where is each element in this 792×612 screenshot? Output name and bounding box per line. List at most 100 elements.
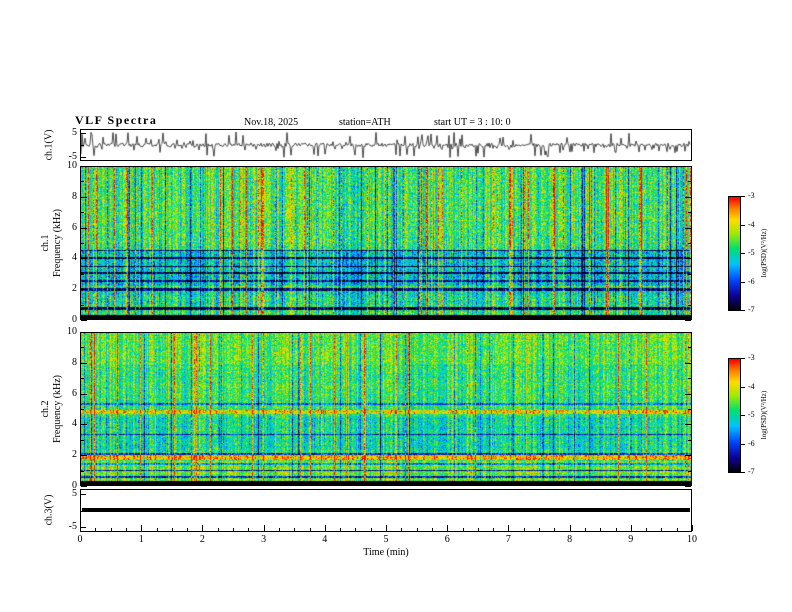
x-tick-label: 7 [505,534,511,545]
x-tick-label: 3 [261,534,267,545]
ch3-flatline-trace [82,508,690,512]
ch1-spectrogram-y-tick [81,166,87,167]
header-date: Nov.18, 2025 [244,117,299,128]
ch1-spectrogram-y-tick [81,258,87,260]
x-tick-label: 0 [77,534,83,545]
ch2-colorbar-tick-label: -3 [748,353,755,362]
x-axis-tick [355,528,357,531]
x-axis-tick [523,528,525,531]
ch2-colorbar [728,358,741,473]
ch1-spectrogram-y-tick-label: 6 [72,221,77,233]
ch1-spectrogram-y-tick [81,320,87,321]
ch1-waveform-y-tick [81,132,86,134]
ch1-spectrogram-panel [80,166,692,320]
x-tick-label: 4 [322,534,328,545]
x-axis-tick [370,528,372,531]
x-axis-tick [416,528,418,531]
ch2-spectrogram-y-tick [81,347,84,349]
x-axis-tick [278,528,280,531]
ch1-axis-frequency-text: Frequency (kHz) [52,208,63,278]
ch1-spectrogram-y-tick [81,289,87,291]
ch3-y-tick [81,527,86,529]
x-axis-tick [95,528,97,531]
x-axis-tick [125,528,127,531]
ch1-waveform-y-tick-label: 5 [72,126,77,138]
x-axis-tick [447,525,449,531]
ch2-colorbar-tick-label: -4 [748,381,755,391]
ch2-colorbar-tick [741,386,745,388]
ch1-colorbar-tick [741,281,745,283]
x-axis-tick [493,528,495,531]
ch2-spectrogram-y-tick [81,378,84,380]
ch1-spectrogram-y-tick [81,212,84,214]
ch2-colorbar-canvas [729,359,740,472]
ch1-waveform-y-tick-label: -5 [68,151,77,163]
x-axis-tick [615,528,617,531]
ch3-y-tick [81,510,84,512]
ch1-colorbar-canvas [729,197,740,310]
x-axis-tick [309,528,311,531]
x-axis-tick [462,528,464,531]
ch2-colorbar-tick [741,472,745,473]
ch2-spectrogram-y-tick [688,347,691,349]
x-tick-label: 8 [567,534,573,545]
ch1-voltage-axis-label: ch.1(V) [43,129,55,161]
x-axis-tick [386,525,387,531]
x-axis-tick [692,525,693,531]
x-axis-tick [554,528,556,531]
ch1-spectrogram-y-tick [688,181,691,183]
ch1-spectrogram-y-tick-label: 4 [72,252,77,264]
x-axis-tick [110,528,112,531]
ch2-spectrogram-y-tick [685,424,691,426]
ch1-spectrogram-y-tick [688,304,691,306]
ch2-axis-frequency-text: Frequency (kHz) [52,374,63,444]
ch3-y-tick-label: -5 [68,521,77,533]
x-axis-tick [248,528,250,531]
x-axis-tick [600,528,602,531]
x-tick-label: 5 [383,534,389,545]
ch1-spectrogram-y-tick [81,304,84,306]
ch1-spectrogram-y-tick [685,166,691,167]
x-axis-tick [263,525,265,531]
ch2-spectrogram-y-tick [81,439,84,441]
ch1-colorbar-tick [741,224,745,226]
vlf-spectra-figure: VLF Spectra Nov.18, 2025 station=ATH sta… [0,0,792,612]
ch2-spectrogram-canvas [81,333,691,485]
ch1-spectrogram-y-tick [81,273,84,275]
ch2-colorbar-tick-label: -5 [748,410,755,419]
ch1-spectrogram-y-tick [685,320,691,321]
x-axis-tick [324,525,326,531]
ch2-spectrogram-y-tick [685,362,691,364]
x-axis-tick [294,528,296,531]
ch1-colorbar-tick [741,310,745,311]
x-axis-tick [340,528,342,531]
ch2-colorbar-tick [741,443,745,445]
ch1-spectrogram-y-tick [688,273,691,275]
ch1-spectrogram-y-tick [81,227,87,229]
x-tick-label: 6 [444,534,450,545]
ch2-spectrogram-y-tick-label: 10 [67,326,77,337]
ch1-spectrogram-y-tick [81,243,84,244]
x-tick-label: 9 [628,534,634,545]
ch2-axis-channel-text: ch.2 [40,400,51,418]
ch1-spectrogram-canvas [81,167,691,319]
ch1-frequency-axis-label: ch.1 Frequency (kHz) [40,209,64,277]
ch2-colorbar-tick [741,415,745,416]
x-axis-label: Time (min) [363,547,409,558]
ch1-axis-channel-text: ch.1 [40,234,51,252]
ch1-colorbar-tick [741,253,745,254]
x-tick-label: 1 [138,534,144,545]
x-axis-tick [676,528,678,531]
header-station: station=ATH [339,117,391,128]
ch2-colorbar-tick-label: -7 [748,467,755,476]
ch1-colorbar-label: log(PSD)(V²/Hz) [760,228,768,278]
ch2-spectrogram-y-tick [81,424,87,426]
x-axis-tick [217,528,219,531]
x-axis-tick [569,525,571,531]
ch1-spectrogram-y-tick-label: 2 [72,283,77,295]
x-tick-label: 10 [687,534,697,545]
ch1-colorbar-tick [741,196,745,197]
x-axis-tick [401,528,403,531]
ch1-spectrogram-y-tick [685,258,691,260]
ch1-colorbar-tick-label: -4 [748,219,755,229]
